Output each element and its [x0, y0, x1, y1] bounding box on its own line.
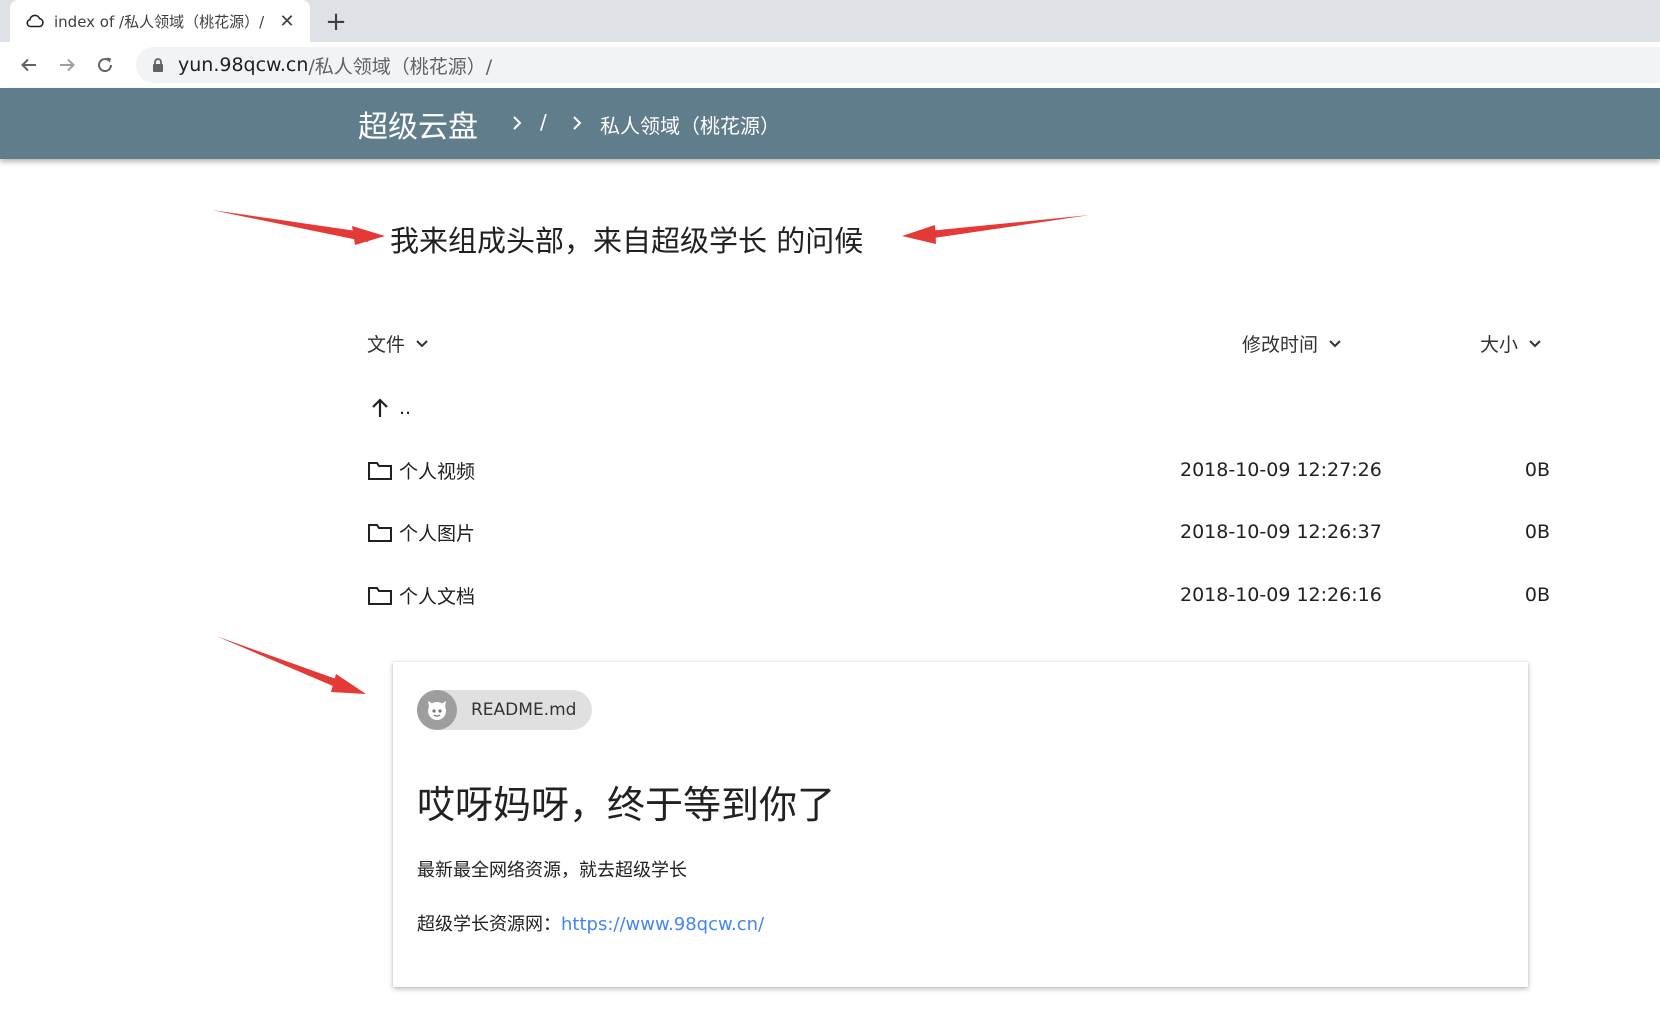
readme-filename: README.md	[471, 700, 577, 720]
breadcrumb-current[interactable]: 私人领域（桃花源）	[600, 110, 780, 139]
folder-icon	[366, 518, 394, 546]
browser-tab[interactable]: index of /私人领域（桃花源）/ ✕	[10, 0, 310, 42]
lock-icon[interactable]	[150, 57, 166, 73]
column-size-label: 大小	[1480, 334, 1519, 356]
readme-heading: 哎呀妈呀，终于等到你了	[417, 783, 836, 827]
back-arrow-icon[interactable]	[14, 50, 44, 80]
annotation-arrow-readme	[216, 636, 366, 694]
folder-icon	[366, 456, 394, 484]
file-size: 0B	[1524, 521, 1550, 543]
file-modified: 2018-10-09 12:27:26	[1180, 459, 1382, 481]
chevron-down-icon	[1329, 339, 1341, 347]
column-header-modified[interactable]: 修改时间	[1242, 330, 1342, 357]
address-bar[interactable]: yun.98qcw.cn /私人领域（桃花源）/	[136, 47, 1660, 83]
annotation-arrow-right	[902, 215, 1090, 244]
site-header: 超级云盘 / 私人领域（桃花源）	[0, 88, 1660, 159]
readme-paragraph: 最新最全网络资源，就去超级学长	[417, 860, 687, 881]
file-size: 0B	[1524, 584, 1550, 606]
close-tab-icon[interactable]: ✕	[276, 10, 298, 32]
new-tab-button[interactable]: +	[322, 7, 350, 37]
forward-arrow-icon[interactable]	[52, 50, 82, 80]
file-name[interactable]: 个人文档	[399, 582, 475, 609]
page-greeting: 我来组成头部，来自超级学长 的问候	[390, 224, 864, 258]
parent-directory-row[interactable]: ..	[366, 388, 1550, 428]
chevron-down-icon	[1529, 339, 1541, 347]
file-size: 0B	[1524, 459, 1550, 481]
reload-icon[interactable]	[90, 50, 120, 80]
file-name[interactable]: 个人图片	[399, 519, 475, 546]
readme-chip: README.md	[417, 690, 593, 730]
readme-link[interactable]: https://www.98qcw.cn/	[561, 914, 764, 935]
folder-icon	[366, 581, 394, 609]
column-header-size[interactable]: 大小	[1480, 330, 1542, 357]
avatar-icon	[417, 690, 457, 730]
file-modified: 2018-10-09 12:26:16	[1180, 584, 1382, 606]
readme-card: README.md 哎呀妈呀，终于等到你了 最新最全网络资源，就去超级学长 超级…	[393, 662, 1528, 987]
table-row[interactable]: 个人图片 2018-10-09 12:26:37 0B	[366, 512, 1550, 552]
readme-paragraph: 超级学长资源网：https://www.98qcw.cn/	[417, 910, 764, 936]
file-modified: 2018-10-09 12:26:37	[1180, 521, 1382, 543]
table-row[interactable]: 个人视频 2018-10-09 12:27:26 0B	[366, 450, 1550, 490]
readme-link-prefix: 超级学长资源网：	[417, 914, 561, 935]
up-arrow-icon	[366, 394, 394, 422]
chevron-right-icon	[568, 112, 586, 134]
table-row[interactable]: 个人文档 2018-10-09 12:26:16 0B	[366, 575, 1550, 615]
chevron-right-icon	[508, 112, 526, 134]
annotation-arrow-left	[212, 210, 385, 245]
chevron-down-icon	[416, 339, 428, 347]
file-name[interactable]: 个人视频	[399, 457, 475, 484]
url-path: /私人领域（桃花源）/	[308, 55, 493, 78]
parent-directory-label: ..	[399, 397, 412, 419]
tab-title: index of /私人领域（桃花源）/	[54, 12, 265, 31]
url-host: yun.98qcw.cn	[178, 54, 309, 76]
cloud-icon	[24, 10, 46, 32]
tab-strip: index of /私人领域（桃花源）/ ✕ +	[0, 0, 1660, 42]
breadcrumb-root[interactable]: /	[540, 110, 547, 134]
site-brand[interactable]: 超级云盘	[358, 102, 478, 146]
column-header-name[interactable]: 文件	[367, 330, 429, 357]
column-modified-label: 修改时间	[1242, 334, 1319, 356]
column-name-label: 文件	[367, 334, 406, 356]
browser-toolbar: yun.98qcw.cn /私人领域（桃花源）/	[0, 42, 1660, 88]
